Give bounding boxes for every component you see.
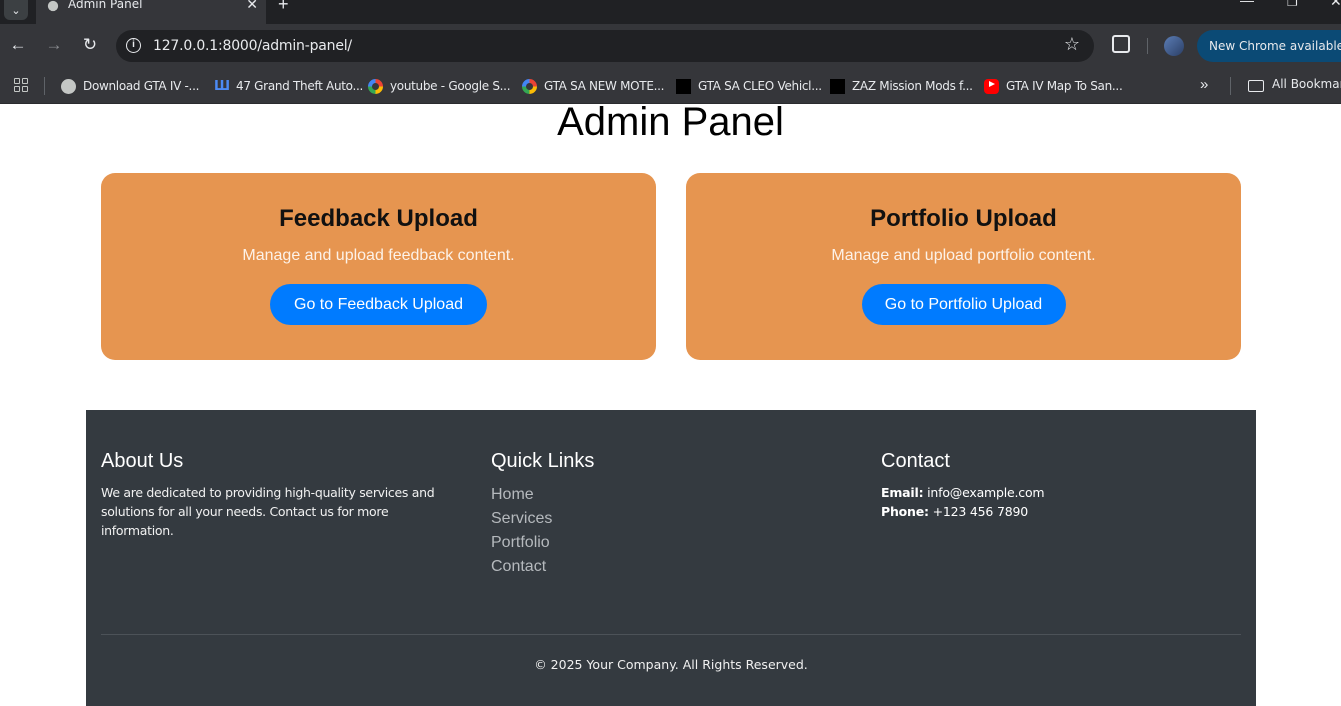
bookmark-label: 47 Grand Theft Auto... [236,79,364,93]
address-bar[interactable]: i 127.0.0.1:8000/admin-panel/ ☆ [116,30,1094,62]
footer-copyright: © 2025 Your Company. All Rights Reserved… [534,657,808,672]
footer-divider [101,634,1241,635]
apps-grid-icon[interactable] [14,78,28,92]
more-menu-icon[interactable]: ⋮ [1336,36,1341,52]
card-description: Manage and upload feedback content. [242,247,515,264]
bookmark-item[interactable]: youtube - Google S... [368,77,511,95]
black-square-icon [830,78,845,94]
card-heading: Feedback Upload [279,205,478,232]
tab-admin-panel[interactable]: Admin Panel ✕ [36,0,266,24]
toolbar-divider [1147,38,1148,54]
restore-icon[interactable]: ❐ [1287,0,1298,9]
bookmark-item[interactable]: Download GTA IV -... [61,77,199,95]
footer-quick-links: Quick Links Home Services Portfolio Cont… [491,450,594,579]
google-icon [368,78,383,94]
folder-icon[interactable] [1248,80,1264,92]
footer-link-services[interactable]: Services [491,507,594,531]
phone-label: Phone: [881,504,929,519]
window-close-icon[interactable]: ✕ [1330,0,1341,10]
footer-link-portfolio[interactable]: Portfolio [491,531,594,555]
go-to-portfolio-upload-button[interactable]: Go to Portfolio Upload [861,284,1066,325]
footer-about-heading: About Us [101,450,184,472]
back-arrow-icon[interactable]: ← [7,35,29,55]
black-square-icon [676,78,691,94]
portfolio-upload-card: Portfolio Upload Manage and upload portf… [686,173,1241,360]
footer: About Us We are dedicated to providing h… [86,410,1256,706]
minimize-icon[interactable]: — [1240,0,1254,8]
footer-link-home[interactable]: Home [491,483,594,507]
site-info-icon[interactable]: i [126,38,141,53]
footer-links-heading: Quick Links [491,450,595,472]
email-label: Email: [881,485,924,500]
all-bookmarks-link[interactable]: All Bookmarks [1272,77,1341,91]
bookmark-label: GTA SA CLEO Vehicl... [698,79,822,93]
card-description: Manage and upload portfolio content. [831,247,1096,264]
globe-icon [47,0,59,12]
globe-icon [61,78,76,94]
bookmark-label: youtube - Google S... [390,79,511,93]
google-icon [522,78,537,94]
footer-email: Email: info@example.com [881,483,1045,502]
browser-toolbar: ← → ↻ i 127.0.0.1:8000/admin-panel/ ☆ [0,24,1341,68]
bookmark-item[interactable]: Ш 47 Grand Theft Auto... [214,77,363,95]
footer-about-text: We are dedicated to providing high-quali… [101,485,435,538]
email-value: info@example.com [927,485,1045,500]
bookmark-label: Download GTA IV -... [83,79,200,93]
footer-phone: Phone: +123 456 7890 [881,502,1044,521]
footer-link-contact[interactable]: Contact [491,555,594,579]
feedback-upload-card: Feedback Upload Manage and upload feedba… [101,173,656,360]
chrome-update-button[interactable]: New Chrome available ⋮ [1197,30,1341,62]
youtube-icon [984,78,999,94]
tab-title: Admin Panel [68,0,143,11]
bookmarks-divider [44,77,45,95]
page-title: Admin Panel [557,100,784,144]
bookmark-item[interactable]: GTA IV Map To San... [984,77,1123,95]
bookmark-item[interactable]: ZAZ Mission Mods f... [830,77,973,95]
new-tab-icon[interactable]: + [278,0,289,15]
bookmarks-divider [1230,77,1231,95]
tab-search-chevron-icon[interactable]: ⌄ [4,0,28,20]
phone-value: +123 456 7890 [932,504,1029,519]
bookmark-star-icon[interactable]: ☆ [1064,34,1080,55]
bookmark-item[interactable]: GTA SA CLEO Vehicl... [676,77,822,95]
chrome-update-label: New Chrome available [1209,39,1341,53]
bookmark-item[interactable]: GTA SA NEW MOTE... [522,77,664,95]
tab-strip: ⌄ Admin Panel ✕ + — ❐ ✕ [0,0,1341,24]
chevron-double-right-icon[interactable]: » [1200,76,1208,93]
url-text[interactable]: 127.0.0.1:8000/admin-panel/ [153,38,352,54]
w-icon: Ш [214,78,230,94]
profile-avatar[interactable] [1164,36,1184,56]
card-heading: Portfolio Upload [870,205,1057,232]
forward-arrow-icon[interactable]: → [43,35,65,55]
footer-about: About Us We are dedicated to providing h… [101,450,461,540]
footer-contact-heading: Contact [881,450,950,472]
bookmark-label: ZAZ Mission Mods f... [852,79,973,93]
reload-icon[interactable]: ↻ [79,35,101,55]
close-icon[interactable]: ✕ [246,0,258,13]
go-to-feedback-upload-button[interactable]: Go to Feedback Upload [270,284,487,325]
bookmark-label: GTA IV Map To San... [1006,79,1123,93]
bookmarks-bar: Download GTA IV -... Ш 47 Grand Theft Au… [0,68,1341,104]
footer-contact: Contact Email: info@example.com Phone: +… [881,450,1045,521]
bookmark-label: GTA SA NEW MOTE... [544,79,665,93]
extensions-icon[interactable] [1112,35,1130,53]
